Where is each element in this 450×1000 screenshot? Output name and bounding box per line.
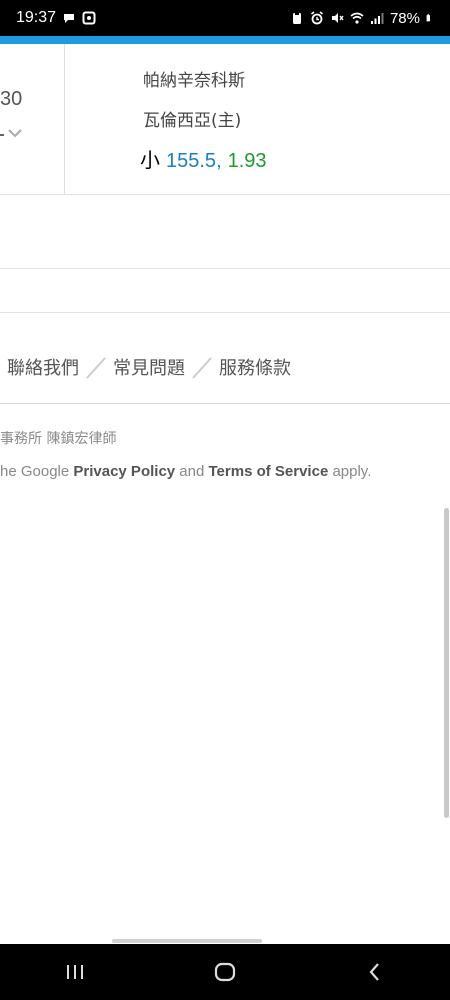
recaptcha-and: and: [175, 463, 209, 480]
privacy-policy-link[interactable]: Privacy Policy: [73, 463, 175, 480]
recent-apps-button[interactable]: [45, 944, 105, 1000]
partial-number: 30: [0, 88, 23, 110]
contact-us-link[interactable]: 聯絡我們: [7, 354, 79, 380]
home-icon: [214, 962, 236, 982]
notification-square-icon: [82, 11, 96, 25]
recent-apps-icon: [67, 965, 83, 979]
back-icon: [369, 963, 379, 981]
partial-left-cell: 30: [0, 44, 65, 194]
home-indicator: [112, 939, 262, 943]
odds-line[interactable]: 小 155.5 , 1.93: [140, 144, 267, 173]
slash-separator-icon: [192, 357, 212, 379]
odds-value: 1.93: [227, 150, 267, 172]
over-under-label: 小: [140, 148, 160, 172]
away-team-name: 瓦倫西亞(主): [143, 111, 242, 131]
battery-percent: 78%: [389, 9, 420, 27]
mute-icon: [331, 13, 344, 23]
footer-links: 聯絡我們 常見問題 服務條款: [7, 354, 291, 380]
home-team-name: 帕納辛奈科斯: [143, 71, 245, 91]
status-time: 19:37: [16, 9, 57, 26]
signal-icon: [370, 13, 384, 24]
back-button[interactable]: [345, 944, 405, 1000]
total-line-value: 155.5: [166, 150, 217, 172]
law-firm-text: 事務所 陳鎮宏律師: [0, 431, 117, 447]
divider: [0, 403, 450, 404]
alarm-icon: [310, 11, 323, 25]
status-bar: 19:37 78%: [0, 0, 450, 36]
recaptcha-notice: he Google Privacy Policy and Terms of Se…: [0, 463, 371, 480]
divider: [0, 268, 450, 269]
battery-icon: [426, 14, 430, 22]
recaptcha-prefix: he Google: [0, 463, 74, 480]
faq-link[interactable]: 常見問題: [113, 354, 185, 380]
terms-of-service-link[interactable]: Terms of Service: [209, 463, 329, 480]
scrollbar[interactable]: [444, 508, 449, 818]
partial-dash: [0, 134, 4, 136]
system-nav-bar: [0, 944, 450, 1000]
home-button[interactable]: [195, 944, 255, 1000]
divider: [0, 312, 450, 313]
recaptcha-apply: apply.: [328, 463, 372, 480]
chat-bubble-icon: [64, 14, 75, 23]
chevron-down-icon[interactable]: [8, 128, 22, 138]
match-row[interactable]: 30 帕納辛奈科斯 瓦倫西亞(主) 小 155.5 , 1.93: [0, 44, 450, 195]
odds-separator: ,: [216, 150, 222, 172]
terms-link[interactable]: 服務條款: [219, 354, 291, 380]
accent-bar: [0, 36, 450, 44]
slash-separator-icon: [86, 357, 106, 379]
clipboard-icon: [292, 12, 301, 24]
wifi-icon: [350, 12, 364, 24]
